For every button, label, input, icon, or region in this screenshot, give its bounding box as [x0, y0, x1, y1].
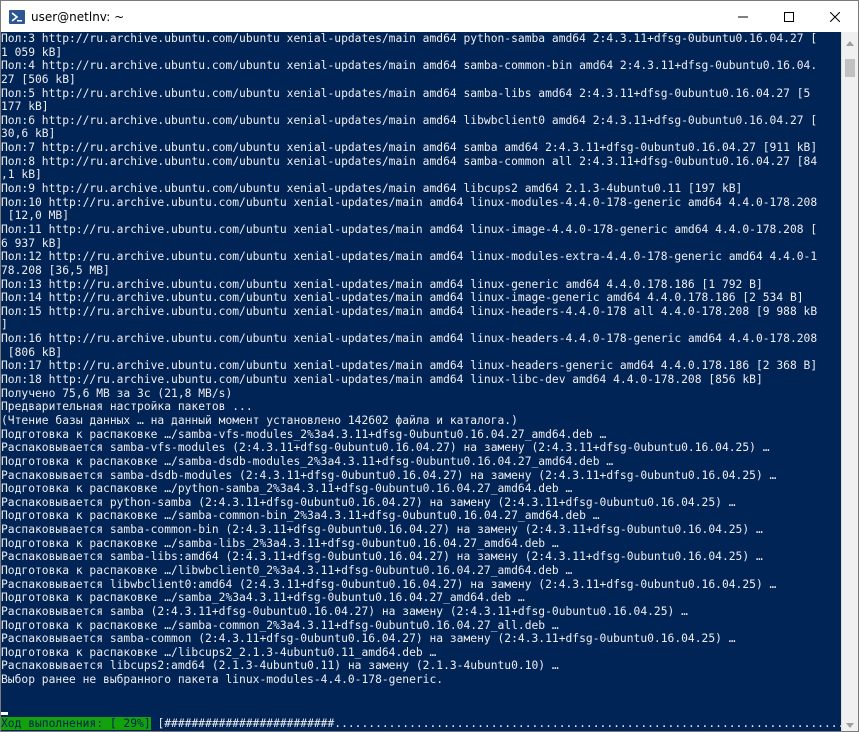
close-button[interactable] [812, 1, 858, 32]
maximize-icon [784, 7, 794, 26]
progress-bar: [#########################..............… [157, 717, 841, 730]
powershell-icon [9, 9, 25, 25]
terminal-line: Подготовка к распаковке …/samba-libs_2%3… [1, 536, 559, 550]
terminal-line: Пол:10 http://ru.archive.ubuntu.com/ubun… [1, 195, 818, 209]
chevron-up-icon [846, 31, 854, 50]
scroll-up-button[interactable] [842, 32, 858, 49]
terminal-window: user@netlnv: ~ Пол:3 http://ru.archive.u… [0, 0, 859, 732]
terminal-line: Подготовка к распаковке …/samba-common-b… [1, 509, 600, 523]
terminal-line: (Чтение базы данных … на данный момент у… [1, 413, 518, 427]
scroll-thumb[interactable] [845, 59, 855, 77]
terminal-output[interactable]: Пол:3 http://ru.archive.ubuntu.com/ubunt… [1, 32, 841, 731]
terminal-line: 27 [506 kB] [1, 72, 76, 86]
vertical-scrollbar[interactable] [841, 32, 858, 731]
terminal-line: Пол:6 http://ru.archive.ubuntu.com/ubunt… [1, 113, 818, 127]
terminal-line: Пол:12 http://ru.archive.ubuntu.com/ubun… [1, 250, 818, 264]
terminal-line: ] [1, 318, 8, 332]
terminal-line: Пол:7 http://ru.archive.ubuntu.com/ubunt… [1, 141, 818, 155]
terminal-line: Распаковывается libcups2:amd64 (2.1.3-4u… [1, 659, 559, 673]
terminal-line: Пол:13 http://ru.archive.ubuntu.com/ubun… [1, 277, 763, 291]
terminal-line: [806 kB] [1, 345, 63, 359]
minimize-button[interactable] [720, 1, 766, 32]
terminal-line: Пол:11 http://ru.archive.ubuntu.com/ubun… [1, 222, 818, 236]
scroll-down-button[interactable] [842, 714, 858, 731]
terminal-line: Получено 75,6 MB за 3с (21,8 MB/s) [1, 386, 233, 400]
terminal-line: Предварительная настройка пакетов ... [1, 400, 253, 414]
terminal-line: ,1 kB] [1, 168, 42, 182]
progress-label: Ход выполнения: [ 29%] [1, 717, 151, 730]
terminal-line: Пол:5 http://ru.archive.ubuntu.com/ubunt… [1, 86, 811, 100]
terminal-line: Подготовка к распаковке …/samba-dsdb-mod… [1, 454, 614, 468]
terminal-line: Распаковывается samba-common (2:4.3.11+d… [1, 632, 736, 646]
terminal-line: Пол:17 http://ru.archive.ubuntu.com/ubun… [1, 359, 818, 373]
terminal-line: Подготовка к распаковке …/samba_2%3a4.3.… [1, 591, 525, 605]
terminal-line: Пол:15 http://ru.archive.ubuntu.com/ubun… [1, 304, 818, 318]
terminal-line: Распаковывается python-samba (2:4.3.11+d… [1, 495, 736, 509]
terminal-line: Пол:18 http://ru.archive.ubuntu.com/ubun… [1, 373, 763, 387]
terminal-line: 177 kB] [1, 100, 49, 114]
progress-line: Ход выполнения: [ 29%] [################… [1, 717, 841, 730]
terminal-line: Распаковывается samba-common-bin (2:4.3.… [1, 523, 763, 537]
terminal-line: Пол:16 http://ru.archive.ubuntu.com/ubun… [1, 332, 818, 346]
minimize-icon [738, 7, 748, 26]
terminal-lines: Пол:3 http://ru.archive.ubuntu.com/ubunt… [1, 32, 841, 687]
maximize-button[interactable] [766, 1, 812, 32]
terminal-line: Распаковывается samba-libs:amd64 (2:4.3.… [1, 550, 763, 564]
window-controls [720, 1, 858, 32]
close-icon [829, 7, 841, 26]
terminal-line: Пол:14 http://ru.archive.ubuntu.com/ubun… [1, 291, 804, 305]
terminal-line: Подготовка к распаковке …/samba-vfs-modu… [1, 427, 607, 441]
terminal-line: Пол:3 http://ru.archive.ubuntu.com/ubunt… [1, 32, 818, 45]
terminal-line: 78.208 [36,5 MB] [1, 263, 110, 277]
terminal-line: Распаковывается samba (2:4.3.11+dfsg-0ub… [1, 604, 688, 618]
terminal-line: Подготовка к распаковке …/python-samba_2… [1, 482, 573, 496]
terminal-line: Пол:8 http://ru.archive.ubuntu.com/ubunt… [1, 154, 818, 168]
title-bar[interactable]: user@netlnv: ~ [1, 1, 858, 32]
window-title: user@netlnv: ~ [31, 9, 125, 24]
terminal-line: Пол:9 http://ru.archive.ubuntu.com/ubunt… [1, 182, 743, 196]
terminal-line: Распаковывается samba-dsdb-modules (2:4.… [1, 468, 777, 482]
terminal-line: 6 937 kB] [1, 236, 63, 250]
terminal-line: Подготовка к распаковке …/libcups2_2.1.3… [1, 645, 437, 659]
terminal-line: Распаковывается samba-vfs-modules (2:4.3… [1, 441, 770, 455]
terminal-line: Подготовка к распаковке …/libwbclient0_2… [1, 563, 573, 577]
terminal-line: Распаковывается libwbclient0:amd64 (2:4.… [1, 577, 777, 591]
terminal-line: [12,0 MB] [1, 209, 70, 223]
chevron-down-icon [846, 713, 854, 731]
terminal-line: Подготовка к распаковке …/samba-common_2… [1, 618, 559, 632]
terminal-line: Пол:4 http://ru.archive.ubuntu.com/ubunt… [1, 59, 818, 73]
terminal-line: Выбор ранее не выбранного пакета linux-m… [1, 673, 444, 687]
terminal-line: 30,6 kB] [1, 127, 56, 141]
text-cursor [1, 712, 8, 715]
terminal-line: 1 059 kB] [1, 45, 63, 59]
